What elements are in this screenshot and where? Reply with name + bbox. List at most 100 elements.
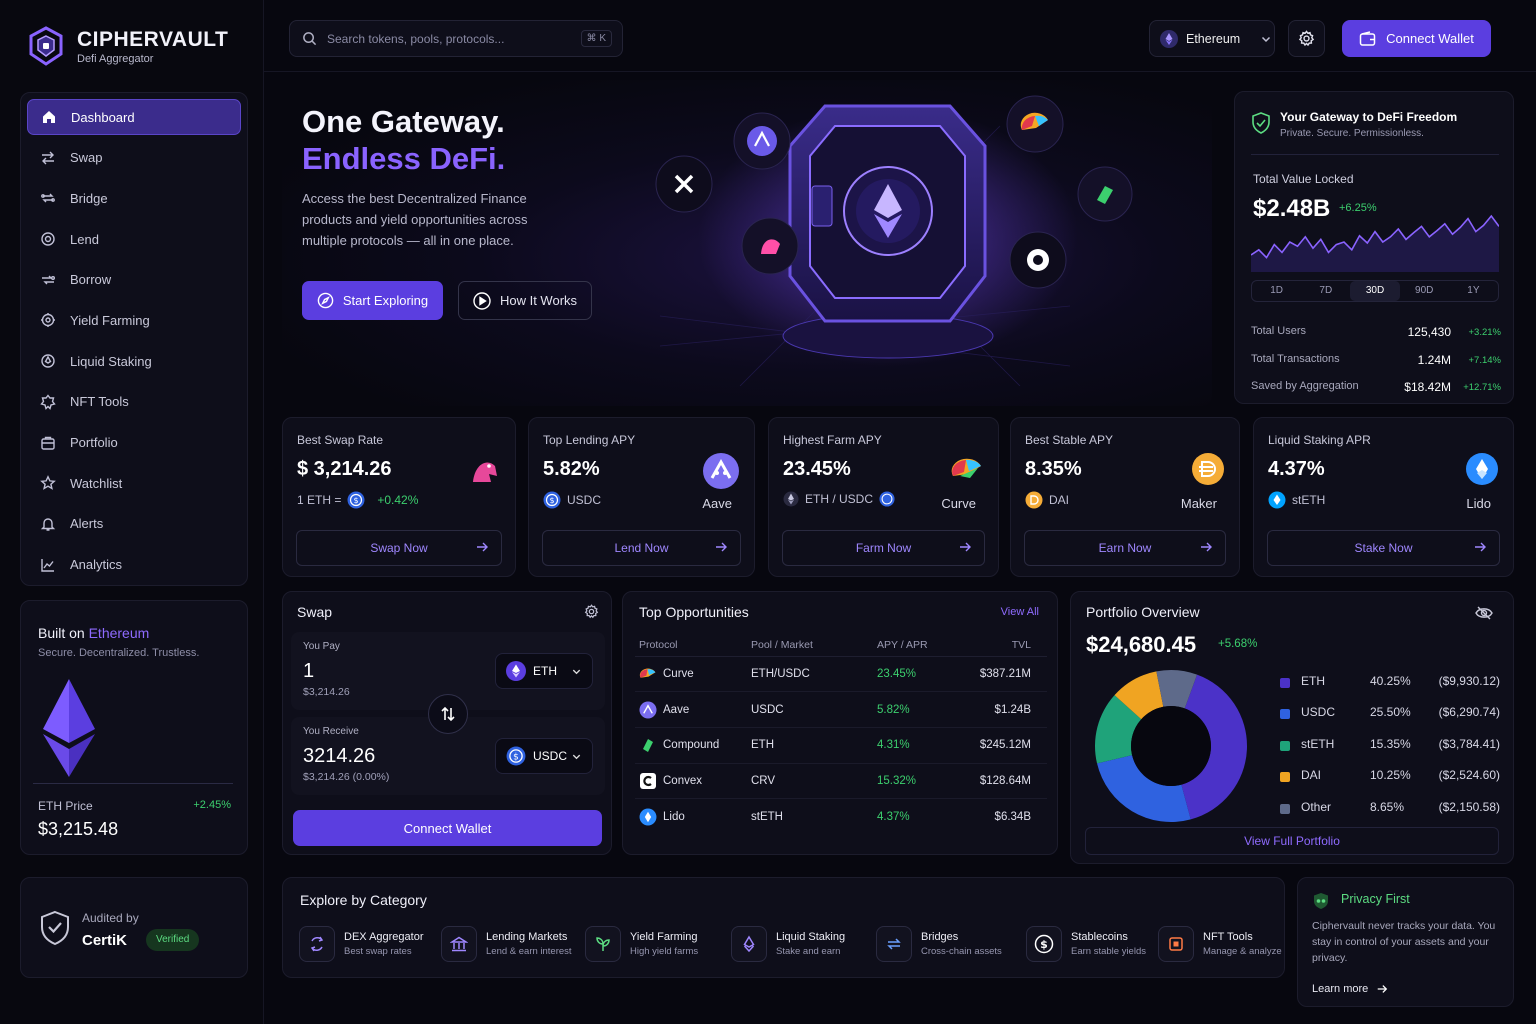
arrow-right-icon [1377, 985, 1388, 993]
nav-item-swap[interactable]: Swap [27, 140, 241, 176]
stake-now-button[interactable]: Stake Now [1267, 530, 1500, 566]
pool-name: CRV [751, 763, 877, 800]
category-name: Bridges [921, 931, 959, 943]
tvl-value: $128.64M [967, 763, 1047, 800]
nav-item-lend[interactable]: Lend [27, 221, 241, 257]
nav-item-liquid-staking[interactable]: Liquid Staking [27, 343, 241, 379]
column-header: Protocol [635, 634, 751, 657]
category-bridges[interactable]: Bridges Cross-chain assets [876, 924, 1002, 964]
table-row[interactable]: Compound ETH 4.31% $245.12M [635, 727, 1047, 764]
privacy-card: Privacy First Ciphervault never tracks y… [1297, 877, 1514, 1007]
usdc-icon: $ [506, 746, 526, 766]
metric-sub: $ USDC [543, 491, 601, 509]
category-nft-tools[interactable]: NFT Tools Manage & analyze [1158, 924, 1282, 964]
brand-subtitle: Defi Aggregator [77, 53, 154, 65]
lend-now-button[interactable]: Lend Now [542, 530, 741, 566]
nav-item-watchlist[interactable]: Watchlist [27, 465, 241, 501]
lend-now-label: Lend Now [614, 541, 669, 555]
table-row[interactable]: Curve ETH/USDC 23.45% $387.21M [635, 656, 1047, 693]
dex-icon [299, 926, 335, 962]
range-tab-1y[interactable]: 1Y [1449, 281, 1498, 301]
view-full-portfolio-button[interactable]: View Full Portfolio [1085, 827, 1499, 855]
portfolio-icon [39, 434, 57, 452]
gear-icon[interactable] [584, 604, 599, 619]
farm-now-button[interactable]: Farm Now [782, 530, 985, 566]
built-prefix: Built on [38, 625, 89, 641]
aave-icon [639, 701, 657, 719]
settings-button[interactable] [1288, 20, 1325, 57]
ethereum-icon [783, 491, 799, 507]
table-row[interactable]: Lido stETH 4.37% $6.34B [635, 799, 1047, 835]
range-tab-7d[interactable]: 7D [1301, 281, 1350, 301]
pay-amount-input[interactable]: 1 [303, 660, 314, 683]
range-tab-1d[interactable]: 1D [1252, 281, 1301, 301]
ethereum-icon [506, 661, 526, 681]
network-selector[interactable]: Ethereum [1149, 20, 1275, 57]
gateway-divider [1251, 154, 1499, 155]
view-all-link[interactable]: View All [1001, 606, 1039, 618]
curve-icon [951, 458, 981, 478]
swap-connect-wallet-button[interactable]: Connect Wallet [293, 810, 602, 846]
table-row[interactable]: Aave USDC 5.82% $1.24B [635, 691, 1047, 728]
category-lending-markets[interactable]: Lending Markets Lend & earn interest [441, 924, 572, 964]
usdc-icon [879, 491, 895, 507]
nav-item-alerts[interactable]: Alerts [27, 506, 241, 542]
nav-item-dashboard[interactable]: Dashboard [27, 99, 241, 135]
category-yield-farming[interactable]: Yield Farming High yield farms [585, 924, 698, 964]
hero-description: Access the best Decentralized Finance pr… [302, 191, 528, 248]
earn-now-button[interactable]: Earn Now [1024, 530, 1226, 566]
category-name: Yield Farming [630, 931, 698, 943]
nav-item-borrow[interactable]: Borrow [27, 262, 241, 298]
nav-label: NFT Tools [70, 394, 129, 410]
swap-now-button[interactable]: Swap Now [296, 530, 502, 566]
category-stablecoins[interactable]: $ Stablecoins Earn stable yields [1026, 924, 1146, 964]
built-title: Built on Ethereum [38, 625, 149, 641]
portfolio-change: +5.68% [1218, 638, 1258, 650]
nav-item-portfolio[interactable]: Portfolio [27, 425, 241, 461]
nav-item-nft-tools[interactable]: NFT Tools [27, 384, 241, 420]
search-bar[interactable]: ⌘ K [289, 20, 623, 57]
category-dex-aggregator[interactable]: DEX Aggregator Best swap rates [299, 924, 424, 964]
how-it-works-button[interactable]: How It Works [458, 281, 592, 320]
category-desc: Lend & earn interest [486, 946, 572, 957]
swap-direction-button[interactable] [428, 694, 468, 734]
gateway-subtitle: Private. Secure. Permissionless. [1280, 128, 1424, 139]
pay-label: You Pay [303, 641, 340, 652]
swap-now-label: Swap Now [370, 541, 428, 555]
search-input[interactable] [327, 31, 567, 46]
category-liquid-staking[interactable]: Liquid Staking Stake and earn [731, 924, 845, 964]
arrow-right-icon [960, 542, 971, 552]
convex-icon [640, 772, 656, 789]
search-shortcut: ⌘ K [580, 30, 612, 47]
swap-title: Swap [297, 604, 333, 620]
connect-wallet-label: Connect Wallet [1386, 31, 1474, 46]
stat-label: Saved by Aggregation [1251, 380, 1359, 392]
arrow-right-icon [1201, 542, 1212, 552]
tvl-value: $6.34B [994, 810, 1031, 823]
legend-swatch [1280, 804, 1290, 814]
nav-item-analytics[interactable]: Analytics [27, 547, 241, 583]
metric-card-stable-apy: Best Stable APY 8.35% DAI Maker Earn Now [1010, 417, 1240, 577]
connect-wallet-button[interactable]: Connect Wallet [1342, 20, 1491, 57]
gateway-title: Your Gateway to DeFi Freedom [1280, 110, 1458, 124]
metric-card-farm-apy: Highest Farm APY 23.45% ETH / USDC Curve… [768, 417, 999, 577]
legend-row-dai: DAI 10.25% ($2,524.60) [1280, 768, 1500, 786]
built-chain: Ethereum [88, 625, 150, 641]
range-tab-30d[interactable]: 30D [1350, 281, 1400, 301]
curve-icon [639, 668, 656, 678]
receive-token-selector[interactable]: $ USDC [495, 738, 593, 774]
borrow-icon [39, 271, 57, 289]
pool-name: stETH [751, 810, 783, 823]
nav-item-bridge[interactable]: Bridge [27, 180, 241, 216]
categories-title: Explore by Category [300, 892, 427, 908]
eye-off-icon[interactable] [1475, 606, 1493, 620]
learn-more-link[interactable]: Learn more [1312, 983, 1388, 995]
svg-text:$: $ [513, 752, 519, 762]
rate-change: +0.42% [377, 493, 419, 507]
start-exploring-button[interactable]: Start Exploring [302, 281, 443, 320]
arrow-right-icon [1475, 542, 1486, 552]
table-row[interactable]: Convex CRV 15.32% $128.64M [635, 763, 1047, 800]
nav-item-yield-farming[interactable]: Yield Farming [27, 302, 241, 338]
range-tab-90d[interactable]: 90D [1400, 281, 1449, 301]
pay-token-selector[interactable]: ETH [495, 653, 593, 689]
